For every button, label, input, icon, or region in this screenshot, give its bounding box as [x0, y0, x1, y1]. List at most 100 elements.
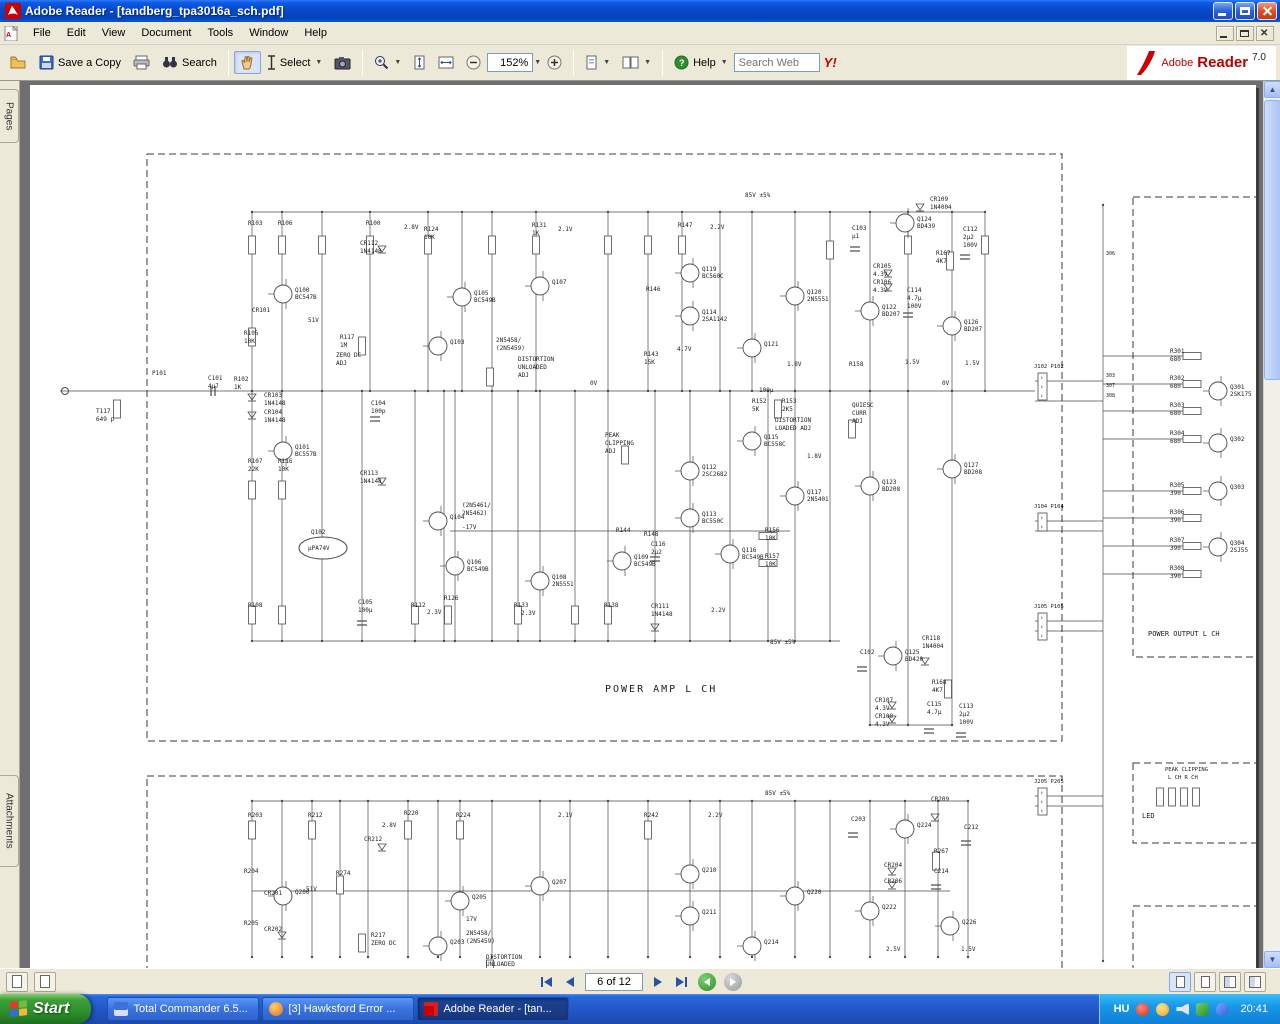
svg-text:Q304: Q304 [1230, 540, 1245, 547]
page-thumbnail-toggle-button[interactable] [6, 971, 28, 992]
menu-window[interactable]: Window [241, 23, 296, 43]
taskbar-item-hawksford[interactable]: [3] Hawksford Error ... [262, 997, 415, 1021]
menu-help[interactable]: Help [296, 23, 335, 43]
zoom-tool-button[interactable]: ▼ [368, 51, 407, 74]
help-caret[interactable]: ▼ [721, 59, 728, 66]
menu-edit[interactable]: Edit [59, 23, 94, 43]
previous-page-button[interactable] [563, 974, 577, 990]
continuous-facing-view-button[interactable] [1219, 971, 1241, 992]
hand-tool-button[interactable] [233, 51, 261, 74]
menu-tools[interactable]: Tools [200, 23, 242, 43]
svg-text:Q224: Q224 [917, 822, 932, 829]
scroll-thumb[interactable] [1264, 100, 1280, 380]
previous-view-nav-button[interactable] [698, 972, 716, 991]
document-status-icon[interactable] [34, 971, 56, 992]
zoom-in-button[interactable] [541, 51, 568, 74]
tray-messenger-icon[interactable] [1216, 1002, 1230, 1016]
svg-text:CR107: CR107 [875, 697, 893, 704]
svg-text:2.1V: 2.1V [558, 226, 573, 233]
fit-page-button[interactable] [407, 51, 432, 74]
page-layout-button[interactable]: ▼ [616, 51, 657, 74]
svg-text:UNLOADED: UNLOADED [518, 364, 547, 371]
snapshot-tool-button[interactable] [328, 52, 357, 74]
taskbar-item-adobe-reader[interactable]: Adobe Reader - [tan... [417, 997, 570, 1021]
tray-volume-icon[interactable] [1176, 1002, 1190, 1016]
menu-file[interactable]: File [25, 23, 59, 43]
open-button[interactable] [4, 51, 33, 74]
page-layout-caret[interactable]: ▼ [644, 59, 651, 66]
pdf-page[interactable]: Q100 BC547B Q105 BC549B Q107 Q103 Q119 BC560C Q1… [30, 85, 1256, 968]
page-indicator[interactable]: 6 of 12 [585, 972, 643, 991]
next-view-nav-button[interactable] [724, 972, 742, 991]
vertical-scrollbar[interactable]: ▲ ▼ [1263, 81, 1280, 968]
svg-text:R112: R112 [411, 602, 426, 609]
scroll-down-button[interactable]: ▼ [1264, 951, 1280, 968]
help-button[interactable]: ? Help ▼ [668, 51, 734, 74]
start-button[interactable]: Start [0, 994, 92, 1024]
tray-update-icon[interactable] [1156, 1002, 1170, 1016]
restore-button[interactable] [1235, 2, 1255, 20]
keyboard-layout-indicator[interactable]: HU [1114, 1003, 1130, 1015]
svg-text:CR209: CR209 [931, 796, 949, 803]
svg-text:CR206: CR206 [884, 878, 902, 885]
zoom-out-button[interactable] [460, 51, 487, 74]
last-page-button[interactable] [673, 974, 690, 990]
forward-arrow-icon [730, 977, 736, 986]
svg-text:303: 303 [1106, 373, 1115, 379]
adobe-reader-app-icon[interactable] [5, 3, 21, 19]
select-dropdown-caret[interactable]: ▼ [315, 59, 322, 66]
pages-tab[interactable]: Pages [0, 89, 19, 143]
svg-text:BD208: BD208 [882, 486, 900, 493]
doc-restore-button[interactable] [1236, 25, 1254, 41]
scroll-up-button[interactable]: ▲ [1264, 81, 1280, 98]
minimize-button[interactable] [1213, 2, 1233, 20]
svg-text:100p: 100p [371, 408, 386, 415]
taskbar-items: Total Commander 6.5... [3] Hawksford Err… [107, 997, 570, 1021]
svg-text:Q106: Q106 [467, 559, 482, 566]
close-button[interactable] [1257, 2, 1277, 20]
doc-minimize-button[interactable] [1216, 25, 1234, 41]
svg-text:BD207: BD207 [964, 326, 982, 333]
single-page-view-button[interactable] [1169, 971, 1191, 992]
menu-view[interactable]: View [94, 23, 134, 43]
svg-text:306: 306 [1106, 251, 1115, 257]
tray-network-icon[interactable] [1196, 1002, 1210, 1016]
tray-antivirus-icon[interactable] [1136, 1002, 1150, 1016]
zoom-level-combobox[interactable]: 152% [487, 53, 534, 72]
svg-text:CR109: CR109 [930, 196, 948, 203]
svg-text:1N4148: 1N4148 [264, 400, 286, 407]
continuous-view-button[interactable] [1194, 971, 1216, 992]
svg-text:680: 680 [1170, 438, 1181, 445]
zoom-level-caret[interactable]: ▼ [534, 59, 541, 66]
toolbar: Save a Copy Search Select ▼ ▼ 152% ▼ ▼ ▼… [0, 45, 1280, 81]
doc-close-button[interactable]: ✕ [1256, 25, 1274, 41]
svg-text:ADJ: ADJ [605, 448, 616, 455]
facing-view-button[interactable] [1244, 971, 1266, 992]
svg-text:1N4148: 1N4148 [360, 478, 382, 485]
search-web-input[interactable] [733, 53, 820, 72]
svg-text:51V: 51V [308, 317, 319, 324]
pdf-document-icon[interactable]: A [4, 24, 19, 41]
fit-width-button[interactable] [432, 51, 460, 74]
zoom-level-value: 152% [500, 56, 529, 69]
svg-text:2.8V: 2.8V [382, 822, 397, 829]
select-tool-button[interactable]: Select ▼ [261, 51, 329, 74]
svg-text:Q122: Q122 [882, 304, 897, 311]
svg-text:R304: R304 [1170, 430, 1185, 437]
svg-text:R217: R217 [371, 932, 386, 939]
menu-document[interactable]: Document [133, 23, 199, 43]
svg-text:R301: R301 [1170, 348, 1185, 355]
next-page-button[interactable] [651, 974, 665, 990]
svg-text:2SC2682: 2SC2682 [702, 471, 728, 478]
taskbar-item-total-commander[interactable]: Total Commander 6.5... [107, 997, 260, 1021]
attachments-tab[interactable]: Attachments [0, 775, 19, 867]
save-a-copy-button[interactable]: Save a Copy [33, 51, 127, 74]
print-button[interactable] [127, 51, 156, 74]
previous-view-button[interactable]: ▼ [579, 51, 616, 74]
previous-view-caret[interactable]: ▼ [603, 59, 610, 66]
search-button[interactable]: Search [156, 51, 223, 74]
yahoo-logo[interactable]: Y! [824, 55, 837, 70]
svg-text:R103: R103 [248, 220, 263, 227]
zoom-tool-caret[interactable]: ▼ [394, 59, 401, 66]
first-page-button[interactable] [538, 974, 555, 990]
